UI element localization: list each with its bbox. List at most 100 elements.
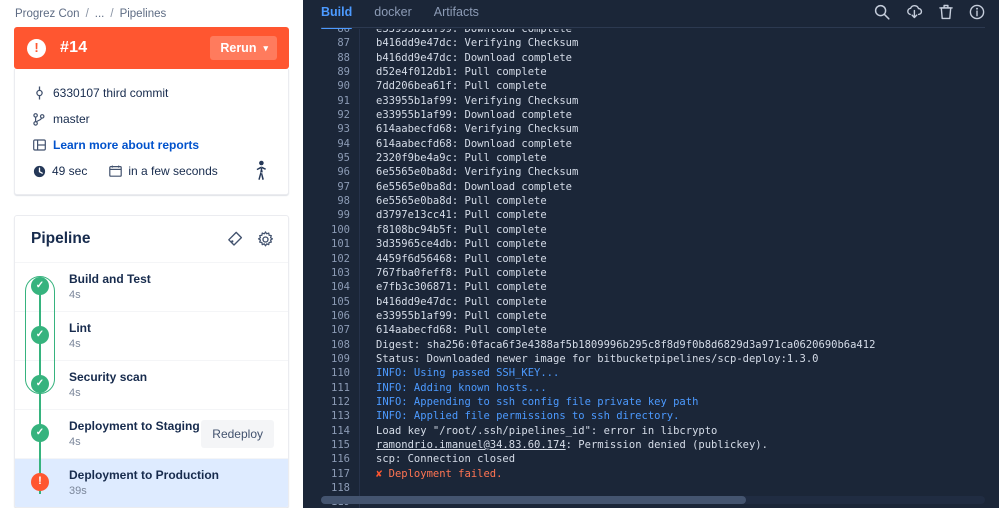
breadcrumb-separator: / bbox=[85, 7, 89, 20]
log-line-number: 105 bbox=[331, 295, 350, 308]
log-line-number: 88 bbox=[337, 51, 350, 64]
log-line: 112 INFO: Appending to ssh config file pr… bbox=[303, 395, 999, 409]
step-name: Lint bbox=[69, 320, 91, 335]
log-line-number: 115 bbox=[331, 438, 350, 451]
pipelines-page: Progrez Con / ... / Pipelines ! #14 Reru… bbox=[0, 0, 999, 508]
tab-docker[interactable]: docker bbox=[374, 0, 412, 29]
gear-icon[interactable] bbox=[257, 230, 274, 248]
tab-build[interactable]: Build bbox=[321, 0, 353, 29]
log-line-number: 118 bbox=[331, 482, 350, 494]
calendar-icon bbox=[107, 165, 123, 177]
log-panel: Build docker Artifacts 86 e33955b1af99: … bbox=[303, 0, 999, 508]
log-line: 118 bbox=[303, 481, 999, 495]
log-line-text: Digest: sha256:0faca6f3e4388af5b1809996b… bbox=[376, 338, 876, 351]
log-line-number: 117 bbox=[331, 467, 350, 480]
log-line-text: f8108bc94b5f: Pull complete bbox=[376, 223, 547, 236]
log-line-text: 6e5565e0ba8d: Verifying Checksum bbox=[376, 166, 579, 179]
build-status-bar: ! #14 Rerun ▾ bbox=[14, 27, 289, 69]
log-line-number: 92 bbox=[337, 109, 350, 122]
scrollbar-thumb[interactable] bbox=[321, 496, 746, 504]
log-line-number: 91 bbox=[337, 94, 350, 107]
horizontal-scrollbar[interactable] bbox=[321, 496, 985, 504]
branch-name[interactable]: master bbox=[53, 112, 90, 126]
breadcrumb-item-pipelines[interactable]: Pipelines bbox=[120, 8, 167, 20]
log-line-text: 7dd206bea61f: Pull complete bbox=[376, 80, 547, 93]
report-icon bbox=[31, 139, 47, 151]
pipeline-step-build-and-test[interactable]: Build and Test 4s bbox=[15, 262, 288, 311]
log-line: 115 ramondrio.imanuel@34.83.60.174: Permi… bbox=[303, 438, 999, 452]
log-line-text: b416dd9e47dc: Pull complete bbox=[376, 295, 547, 308]
log-line-number: 116 bbox=[331, 453, 350, 466]
tab-artifacts[interactable]: Artifacts bbox=[434, 0, 479, 29]
breadcrumb-item-project[interactable]: Progrez Con bbox=[15, 8, 80, 20]
step-duration: 4s bbox=[69, 386, 81, 399]
search-icon[interactable] bbox=[874, 4, 890, 20]
rerun-button[interactable]: Rerun ▾ bbox=[210, 36, 277, 60]
log-line-text: e33955b1af99: Verifying Checksum bbox=[376, 94, 579, 107]
pipeline-step-lint[interactable]: Lint 4s bbox=[15, 311, 288, 360]
commit-row: 6330107 third commit bbox=[15, 82, 288, 104]
breadcrumb-item-ellipsis[interactable]: ... bbox=[95, 8, 105, 20]
pipeline-step-deployment-to-staging[interactable]: Deployment to Staging 4s Redeploy bbox=[15, 409, 288, 458]
log-line-number: 93 bbox=[337, 123, 350, 136]
log-line-number: 111 bbox=[331, 381, 350, 394]
log-line-text: e33955b1af99: Download complete bbox=[376, 109, 572, 122]
rerun-button-label: Rerun bbox=[220, 41, 257, 55]
log-line-text: e7fb3c306871: Pull complete bbox=[376, 281, 547, 294]
step-duration: 4s bbox=[69, 435, 81, 448]
log-actions bbox=[874, 0, 985, 20]
pipeline-step-security-scan[interactable]: Security scan 4s bbox=[15, 360, 288, 409]
log-line: 86 e33955b1af99: Download complete bbox=[303, 29, 999, 36]
log-line-number: 97 bbox=[337, 180, 350, 193]
log-line-text: INFO: Applied file permissions to ssh di… bbox=[376, 410, 680, 423]
pipeline-header-actions bbox=[227, 230, 274, 248]
log-line: 117 ✘ Deployment failed. bbox=[303, 467, 999, 481]
pipeline-header: Pipeline bbox=[15, 216, 288, 262]
runner-figure-icon bbox=[254, 160, 268, 184]
log-line-number: 112 bbox=[331, 395, 350, 408]
log-line-text bbox=[359, 481, 376, 495]
info-icon[interactable] bbox=[969, 4, 985, 20]
log-line-number: 107 bbox=[331, 324, 350, 337]
log-line-text: 6e5565e0ba8d: Download complete bbox=[376, 180, 572, 193]
log-line-text: INFO: Appending to ssh config file priva… bbox=[376, 395, 699, 408]
log-line-number: 94 bbox=[337, 137, 350, 150]
pipeline-step-deployment-to-production[interactable]: Deployment to Production 39s bbox=[15, 458, 288, 507]
log-line-number: 100 bbox=[331, 223, 350, 236]
log-line-number: 109 bbox=[331, 352, 350, 365]
log-line: 108 Digest: sha256:0faca6f3e4388af5b18099… bbox=[303, 338, 999, 352]
log-line-text: d52e4f012db1: Pull complete bbox=[376, 66, 547, 79]
step-name: Deployment to Staging bbox=[69, 418, 200, 433]
download-cloud-icon[interactable] bbox=[906, 4, 923, 20]
log-line-number: 98 bbox=[337, 195, 350, 208]
redeploy-button[interactable]: Redeploy bbox=[201, 420, 274, 448]
reports-link[interactable]: Learn more about reports bbox=[53, 138, 199, 152]
log-line: 104 e7fb3c306871: Pull complete bbox=[303, 280, 999, 294]
log-output[interactable]: 86 e33955b1af99: Download complete 87 b416d… bbox=[303, 29, 999, 508]
trash-icon[interactable] bbox=[939, 4, 953, 20]
step-name: Deployment to Production bbox=[69, 467, 219, 482]
log-line: 87 b416dd9e47dc: Verifying Checksum bbox=[303, 36, 999, 50]
log-link[interactable]: ramondrio.imanuel@34.83.60.174 bbox=[376, 439, 566, 451]
step-text: Security scan 4s bbox=[69, 370, 147, 401]
failure-mark-icon: ✘ bbox=[376, 467, 383, 480]
duration-text: 49 sec bbox=[52, 164, 88, 178]
step-text: Lint 4s bbox=[69, 321, 91, 352]
log-line-number: 99 bbox=[337, 209, 350, 222]
log-line-number: 114 bbox=[331, 424, 350, 437]
commit-text[interactable]: 6330107 third commit bbox=[53, 86, 168, 100]
log-line: 88 b416dd9e47dc: Download complete bbox=[303, 51, 999, 65]
log-line-number: 87 bbox=[337, 37, 350, 50]
log-line: 95 2320f9be4a9c: Pull complete bbox=[303, 151, 999, 165]
tag-icon[interactable] bbox=[227, 231, 243, 247]
log-line: 103 767fba0feff8: Pull complete bbox=[303, 266, 999, 280]
log-line-text: d3797e13cc41: Pull complete bbox=[376, 209, 547, 222]
log-line: 101 3d35965ce4db: Pull complete bbox=[303, 237, 999, 251]
log-line-text: 767fba0feff8: Pull complete bbox=[376, 266, 547, 279]
log-line: 105 b416dd9e47dc: Pull complete bbox=[303, 295, 999, 309]
log-line: 90 7dd206bea61f: Pull complete bbox=[303, 79, 999, 93]
step-text: Build and Test 4s bbox=[69, 272, 151, 303]
log-line-number: 103 bbox=[331, 266, 350, 279]
log-line: 110 INFO: Using passed SSH_KEY... bbox=[303, 366, 999, 380]
log-line-number: 89 bbox=[337, 66, 350, 79]
